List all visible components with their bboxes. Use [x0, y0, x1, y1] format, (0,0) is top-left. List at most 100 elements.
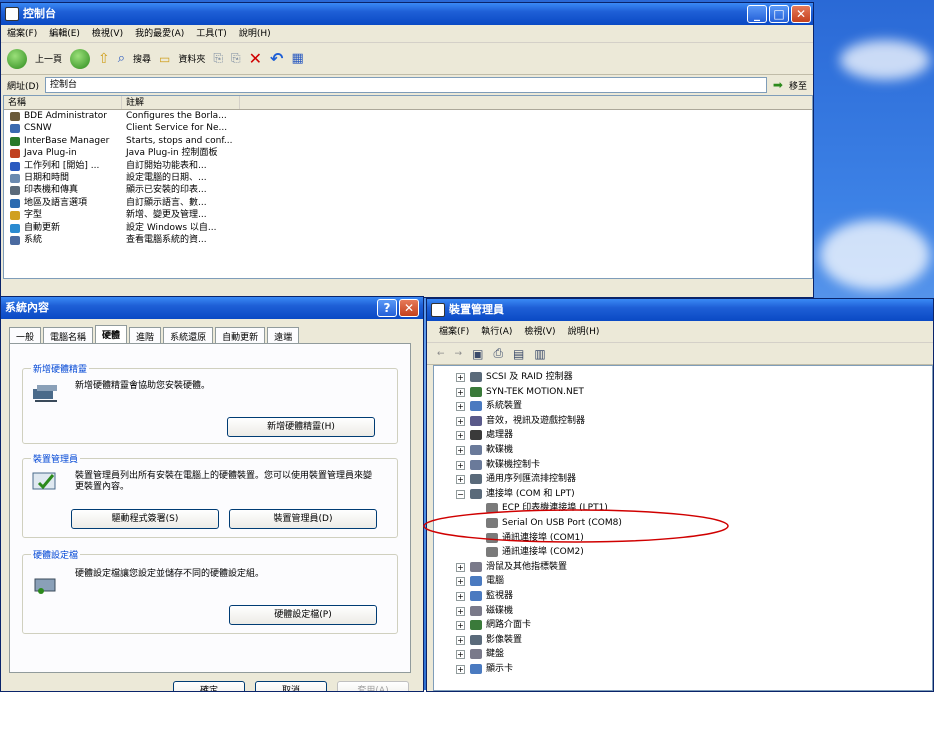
menu-item[interactable]: 編輯(E): [49, 29, 80, 39]
copy-to-icon[interactable]: ⎘: [231, 51, 241, 66]
expand-icon[interactable]: +: [456, 665, 465, 674]
forward-arrow-icon[interactable]: [70, 48, 91, 69]
menu-item[interactable]: 檔案(F): [439, 327, 469, 337]
go-arrow-icon[interactable]: ➡: [773, 78, 783, 92]
up-folder-icon[interactable]: ⇧: [98, 51, 110, 67]
list-item[interactable]: InterBase Manager Starts, stops and conf.…: [4, 135, 812, 147]
item-icon: [10, 149, 20, 159]
device-icon: [470, 415, 482, 426]
item-name-text: 日期和時間: [24, 172, 70, 183]
expand-icon[interactable]: +: [456, 592, 465, 601]
list-item[interactable]: 地區及語言選項 自訂顯示語言、數...: [4, 197, 812, 209]
list-item[interactable]: Java Plug-in Java Plug-in 控制面板: [4, 147, 812, 159]
go-button[interactable]: 移至: [789, 79, 807, 92]
expand-icon[interactable]: +: [456, 387, 465, 397]
expand-icon[interactable]: +: [456, 577, 465, 587]
collapse-icon[interactable]: −: [456, 489, 465, 499]
minimize-button[interactable]: _: [747, 5, 767, 23]
expand-icon[interactable]: +: [456, 475, 465, 485]
search-button-label[interactable]: 搜尋: [133, 52, 151, 65]
item-name-text: 字型: [24, 210, 43, 221]
menu-item[interactable]: 檢視(V): [92, 29, 123, 39]
search-icon[interactable]: ⌕: [118, 51, 125, 66]
expand-icon[interactable]: +: [456, 562, 465, 572]
cancel-button[interactable]: 取消: [255, 681, 327, 691]
list-item[interactable]: BDE Administrator Configures the Borla...: [4, 110, 812, 122]
print-icon[interactable]: ⎙: [493, 346, 503, 361]
device-label: 通用序列匯流排控制器: [486, 474, 577, 485]
expand-icon[interactable]: +: [456, 621, 465, 631]
item-comment: 查看電腦系統的資...: [126, 234, 207, 245]
view-icon[interactable]: ▣: [472, 347, 483, 361]
folders-button-label[interactable]: 資料夾: [178, 52, 205, 65]
expand-icon[interactable]: +: [456, 402, 465, 412]
device-label: 軟碟機控制卡: [486, 459, 541, 470]
back-arrow-icon[interactable]: ←: [437, 349, 445, 359]
back-arrow-icon[interactable]: [7, 48, 27, 69]
tab-2[interactable]: 硬體: [95, 325, 128, 345]
menu-item[interactable]: 檢視(V): [524, 327, 555, 337]
expand-icon[interactable]: +: [456, 431, 465, 441]
address-label: 網址(D): [7, 81, 39, 92]
move-to-icon[interactable]: ⎘: [213, 51, 223, 66]
item-name: 日期和時間: [4, 172, 122, 184]
list-item[interactable]: 印表機和傳真 顯示已安裝的印表...: [4, 184, 812, 196]
device-icon: [470, 401, 482, 412]
menu-item[interactable]: 我的最愛(A): [135, 29, 184, 39]
expand-icon[interactable]: +: [456, 373, 465, 382]
ok-button[interactable]: 確定: [173, 681, 245, 691]
control-panel-icon: [5, 7, 19, 21]
menu-item[interactable]: 檔案(F): [7, 29, 37, 39]
device-manager-button[interactable]: 裝置管理員(D): [229, 509, 377, 529]
column-header-name[interactable]: 名稱: [4, 96, 122, 109]
device-icon: [470, 430, 482, 441]
expand-icon[interactable]: +: [456, 650, 465, 660]
close-button[interactable]: ✕: [791, 5, 811, 23]
menu-item[interactable]: 說明(H): [568, 327, 600, 337]
list-item[interactable]: 系統 查看電腦系統的資...: [4, 234, 812, 246]
item-comment: 設定電腦的日期、...: [126, 172, 207, 183]
expand-icon[interactable]: +: [456, 416, 465, 426]
computer-icon[interactable]: ▥: [534, 347, 545, 361]
expand-icon[interactable]: +: [456, 460, 465, 470]
device-label: 音效，視訊及遊戲控制器: [486, 415, 586, 426]
list-item[interactable]: 自動更新 設定 Windows 以自...: [4, 222, 812, 234]
group-title: 硬體設定檔: [31, 548, 81, 561]
device-icon: [470, 386, 482, 397]
add-hardware-group: 新增硬體精靈 新增硬體精靈會協助您安裝硬體。 新增硬體精靈(H): [22, 362, 398, 444]
item-icon: [10, 112, 20, 121]
column-header-comment[interactable]: 註解: [122, 96, 240, 109]
forward-arrow-icon[interactable]: →: [455, 349, 463, 359]
back-button-label[interactable]: 上一頁: [35, 52, 62, 65]
expand-icon[interactable]: +: [456, 635, 465, 645]
driver-signing-button[interactable]: 驅動程式簽署(S): [71, 509, 219, 529]
views-icon[interactable]: ▦: [291, 51, 303, 66]
undo-icon[interactable]: ↶: [270, 49, 283, 68]
item-comment: Configures the Borla...: [126, 111, 227, 121]
close-button[interactable]: ✕: [399, 299, 419, 317]
menu-item[interactable]: 工具(T): [196, 29, 227, 39]
properties-icon[interactable]: ▤: [513, 347, 524, 361]
device-icon: [470, 561, 482, 572]
item-name-text: 工作列和 [開始] ...: [24, 160, 100, 171]
apply-button[interactable]: 套用(A): [337, 681, 409, 691]
device-icon: [470, 372, 482, 382]
menu-item[interactable]: 執行(A): [481, 327, 512, 337]
list-item[interactable]: CSNW Client Service for Ne...: [4, 122, 812, 134]
folders-icon[interactable]: ▭: [159, 52, 170, 66]
list-item[interactable]: 日期和時間 設定電腦的日期、...: [4, 172, 812, 184]
menu-bar: 檔案(F) 執行(A) 檢視(V) 說明(H): [427, 321, 933, 343]
window-title: 裝置管理員: [449, 303, 504, 316]
help-button[interactable]: ?: [377, 299, 397, 317]
list-item[interactable]: 工作列和 [開始] ... 自訂開始功能表和...: [4, 160, 812, 172]
address-field[interactable]: 控制台: [44, 77, 767, 93]
menu-item[interactable]: 說明(H): [239, 29, 271, 39]
list-item[interactable]: 字型 新增、變更及管理...: [4, 209, 812, 221]
expand-icon[interactable]: +: [456, 446, 465, 455]
device-icon: [470, 605, 482, 616]
add-hardware-wizard-button[interactable]: 新增硬體精靈(H): [227, 417, 375, 437]
delete-icon[interactable]: ✕: [249, 49, 262, 68]
expand-icon[interactable]: +: [456, 606, 465, 616]
maximize-button[interactable]: □: [769, 5, 789, 23]
hardware-profiles-button[interactable]: 硬體設定檔(P): [229, 605, 377, 625]
